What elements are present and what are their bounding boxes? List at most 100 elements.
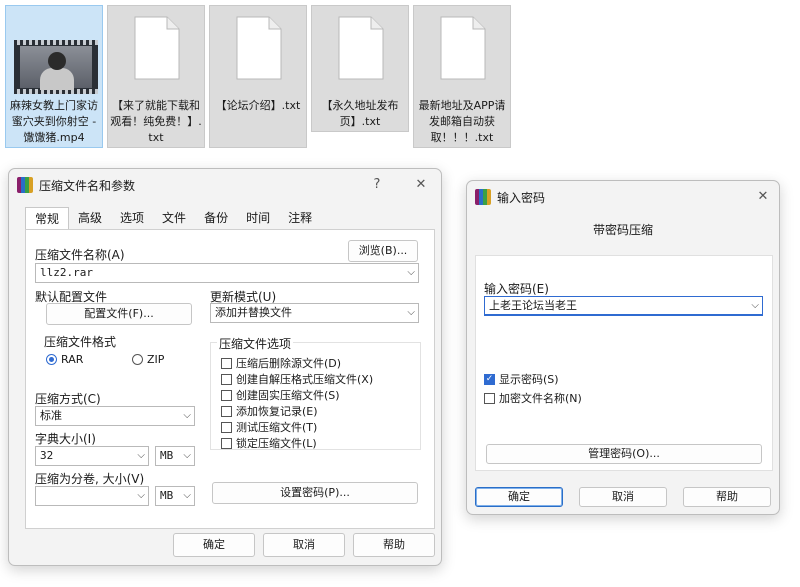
checkbox-icon: [221, 373, 232, 385]
option-delete-after[interactable]: 压缩后删除源文件(D): [221, 355, 341, 371]
tab-bar: 常规 高级 选项 文件 备份 时间 注释: [25, 207, 423, 230]
radio-icon: [132, 354, 143, 365]
split-size-select[interactable]: ⌵: [35, 486, 149, 506]
text-file-icon: [236, 16, 282, 80]
archive-name-value: llz2.rar: [40, 266, 93, 279]
format-group: 压缩文件格式 RAR ZIP: [35, 333, 193, 376]
file-item-txt[interactable]: 【来了就能下载和观看！纯免费！】.txt: [107, 5, 205, 148]
archive-name-label: 压缩文件名称(A): [35, 248, 125, 262]
dialog-subtitle: 带密码压缩: [592, 223, 653, 237]
chevron-down-icon[interactable]: ⌵: [407, 264, 415, 282]
option-label: 添加恢复记录(E): [236, 405, 318, 418]
option-solid[interactable]: 创建固实压缩文件(S): [221, 387, 340, 403]
encrypt-names-label: 加密文件名称(N): [499, 392, 582, 405]
file-name: 【来了就能下载和观看！纯免费！】.txt: [110, 99, 202, 144]
tab-files[interactable]: 文件: [153, 207, 195, 229]
file-name: 最新地址及APP请发邮箱自动获取！！！.txt: [418, 99, 506, 144]
method-label: 压缩方式(C): [35, 392, 101, 406]
password-value: 上老王论坛当老王: [489, 299, 577, 312]
option-label: 测试压缩文件(T): [236, 421, 318, 434]
dialog-titlebar: 输入密码: [475, 187, 545, 207]
checkbox-checked-icon: ✓: [484, 373, 495, 385]
method-value: 标准: [40, 409, 62, 422]
show-password-label: 显示密码(S): [499, 373, 559, 386]
file-item-video[interactable]: 麻辣女教上门家访蜜穴夹到你射空 - 馓馓猪.mp4: [5, 5, 103, 148]
dict-size-value: 32: [40, 449, 54, 462]
profiles-button[interactable]: 配置文件(F)...: [46, 303, 192, 325]
chevron-down-icon[interactable]: ⌵: [137, 487, 145, 505]
browse-button[interactable]: 浏览(B)...: [348, 240, 418, 262]
radio-selected-icon: [46, 354, 57, 365]
tab-comment[interactable]: 注释: [279, 207, 321, 229]
video-thumbnail: [14, 40, 98, 94]
file-name: 麻辣女教上门家访蜜穴夹到你射空 - 馓馓猪.mp4: [10, 99, 98, 144]
format-rar-radio[interactable]: RAR: [46, 353, 83, 366]
text-file-icon: [338, 16, 384, 80]
chevron-down-icon[interactable]: ⌵: [751, 297, 759, 315]
dict-unit-value: MB: [160, 449, 174, 462]
format-group-label: 压缩文件格式: [42, 333, 119, 350]
password-dialog: 输入密码 ✕ 带密码压缩 输入密码(E) 上老王论坛当老王 ⌵ ✓ 显示密码(S)…: [466, 180, 780, 515]
manage-passwords-button[interactable]: 管理密码(O)...: [486, 444, 762, 464]
split-size-label: 压缩为分卷, 大小(V): [35, 472, 145, 486]
text-file-icon: [134, 16, 180, 80]
ok-button[interactable]: 确定: [173, 533, 255, 557]
option-label: 创建自解压格式压缩文件(X): [236, 373, 374, 386]
close-icon[interactable]: ✕: [751, 187, 775, 207]
cancel-button[interactable]: 取消: [263, 533, 345, 557]
text-file-icon: [440, 16, 486, 80]
checkbox-icon: [484, 392, 495, 404]
dialog-title: 输入密码: [497, 190, 546, 205]
ok-button[interactable]: 确定: [475, 487, 563, 507]
set-password-button[interactable]: 设置密码(P)...: [212, 482, 418, 504]
cancel-button[interactable]: 取消: [579, 487, 667, 507]
winrar-icon: [475, 189, 491, 205]
help-button[interactable]: 帮助: [683, 487, 771, 507]
archive-name-input[interactable]: llz2.rar ⌵: [35, 263, 419, 283]
help-button[interactable]: 帮助: [353, 533, 435, 557]
chevron-down-icon[interactable]: ⌵: [183, 487, 191, 505]
tab-time[interactable]: 时间: [237, 207, 279, 229]
option-recovery[interactable]: 添加恢复记录(E): [221, 403, 318, 419]
tab-backup[interactable]: 备份: [195, 207, 237, 229]
winrar-icon: [17, 177, 33, 193]
show-password-checkbox[interactable]: ✓ 显示密码(S): [484, 371, 559, 387]
tab-options[interactable]: 选项: [111, 207, 153, 229]
format-zip-radio[interactable]: ZIP: [132, 353, 164, 366]
tab-general[interactable]: 常规: [25, 207, 70, 230]
close-icon[interactable]: ✕: [409, 175, 433, 195]
split-unit-select[interactable]: MB ⌵: [155, 486, 195, 506]
general-panel: 压缩文件名称(A) 浏览(B)... llz2.rar ⌵ 默认配置文件 配置文…: [25, 229, 435, 529]
archive-options-group: 压缩文件选项 压缩后删除源文件(D) 创建自解压格式压缩文件(X) 创建固实压缩…: [210, 335, 421, 451]
option-sfx[interactable]: 创建自解压格式压缩文件(X): [221, 371, 373, 387]
file-item-txt[interactable]: 【永久地址发布页】.txt: [311, 5, 409, 132]
password-panel: 输入密码(E) 上老王论坛当老王 ⌵ ✓ 显示密码(S) 加密文件名称(N) 管理…: [475, 255, 773, 471]
encrypt-names-checkbox[interactable]: 加密文件名称(N): [484, 390, 582, 406]
method-select[interactable]: 标准 ⌵: [35, 406, 195, 426]
help-icon[interactable]: ?: [365, 175, 389, 195]
dict-size-select[interactable]: 32 ⌵: [35, 446, 149, 466]
format-zip-label: ZIP: [147, 353, 165, 366]
options-group-label: 压缩文件选项: [217, 335, 294, 352]
checkbox-icon: [221, 421, 232, 433]
password-label: 输入密码(E): [484, 282, 549, 296]
file-item-txt[interactable]: 最新地址及APP请发邮箱自动获取！！！.txt: [413, 5, 511, 148]
chevron-down-icon[interactable]: ⌵: [183, 447, 191, 465]
tab-advanced[interactable]: 高级: [69, 207, 111, 229]
checkbox-icon: [221, 357, 232, 369]
dialog-title: 压缩文件名和参数: [39, 178, 136, 193]
option-lock[interactable]: 锁定压缩文件(L): [221, 435, 317, 451]
update-mode-select[interactable]: 添加并替换文件 ⌵: [210, 303, 419, 323]
password-input[interactable]: 上老王论坛当老王 ⌵: [484, 296, 763, 316]
chevron-down-icon[interactable]: ⌵: [137, 447, 145, 465]
chevron-down-icon[interactable]: ⌵: [183, 407, 191, 425]
chevron-down-icon[interactable]: ⌵: [407, 304, 415, 322]
option-test[interactable]: 测试压缩文件(T): [221, 419, 317, 435]
split-unit-value: MB: [160, 489, 174, 502]
file-item-txt[interactable]: 【论坛介绍】.txt: [209, 5, 307, 148]
option-label: 压缩后删除源文件(D): [236, 357, 342, 370]
dict-unit-select[interactable]: MB ⌵: [155, 446, 195, 466]
checkbox-icon: [221, 405, 232, 417]
dialog-titlebar: 压缩文件名和参数: [17, 175, 135, 195]
file-name: 【论坛介绍】.txt: [215, 99, 301, 112]
